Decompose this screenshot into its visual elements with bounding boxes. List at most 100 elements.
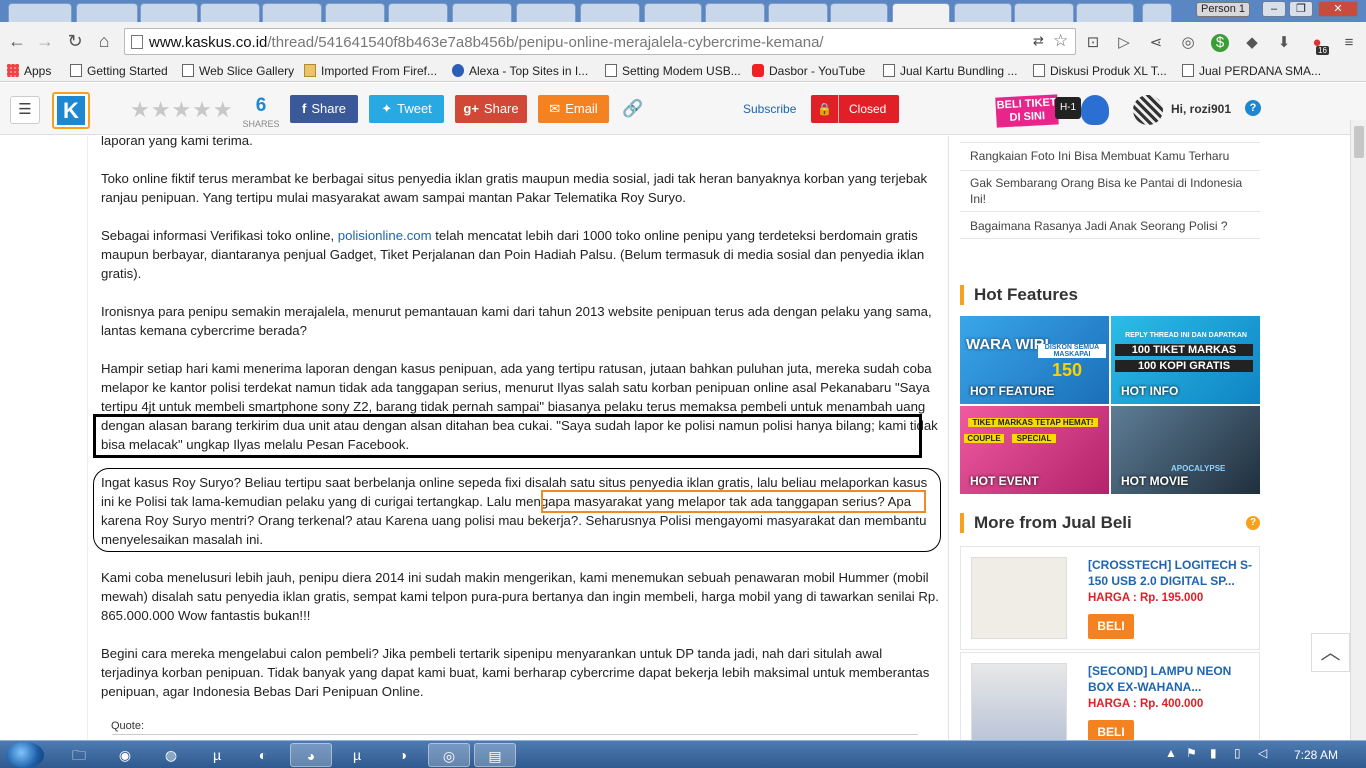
list-item[interactable]: [CROSSTECH] LOGITECH S-150 USB 2.0 DIGIT… [960, 546, 1260, 650]
translate-icon[interactable]: ⇄ [1033, 33, 1044, 49]
download-icon[interactable]: ⊡ [1084, 34, 1102, 52]
new-tab-button[interactable] [1142, 3, 1172, 22]
bookmark-item[interactable]: Jual PERDANA SMA... [1182, 63, 1321, 79]
link-icon[interactable]: 🔗 [622, 99, 643, 119]
list-item[interactable]: [SECOND] LAMPU NEON BOX EX-WAHANA... HAR… [960, 652, 1260, 740]
address-bar[interactable]: www.kaskus.co.id/thread/541641540f8b463e… [124, 28, 1076, 55]
closed-button[interactable]: 🔒 Closed [811, 95, 899, 123]
bookmark-item[interactable]: Alexa - Top Sites in I... [452, 63, 588, 79]
battery-icon[interactable]: ▯ [1234, 746, 1241, 760]
menu-icon[interactable]: ≡ [1340, 34, 1358, 52]
browser-tab[interactable] [200, 3, 260, 22]
buy-button[interactable]: BELI [1088, 614, 1134, 639]
bookmark-apps[interactable]: Apps [7, 63, 51, 79]
help-icon[interactable]: ? [1245, 100, 1261, 116]
hot-feature-tile[interactable]: WARA WIRI DISKON SEMUA MASKAPAI 150 HOT … [960, 316, 1109, 404]
polisionline-link[interactable]: polisionline.com [338, 228, 432, 243]
tile-art-text: COUPLE [964, 434, 1004, 443]
explorer-icon[interactable]: 🗀 [58, 743, 100, 767]
close-window-button[interactable]: ✕ [1318, 1, 1358, 17]
forward-icon[interactable]: → [34, 30, 56, 52]
clock[interactable]: 7:28 AM [1294, 748, 1338, 762]
tray-arrow-icon[interactable]: ▲ [1165, 746, 1177, 760]
browser-tab[interactable] [76, 3, 138, 22]
bookmark-item[interactable]: Getting Started [70, 63, 168, 79]
browser-tab[interactable] [580, 3, 640, 22]
product-title[interactable]: [SECOND] LAMPU NEON BOX EX-WAHANA... [1088, 663, 1258, 695]
back-icon[interactable]: ← [6, 30, 28, 52]
minimize-button[interactable]: – [1262, 1, 1286, 17]
play-icon[interactable]: ▷ [1115, 34, 1133, 52]
start-button[interactable] [6, 742, 44, 768]
sidebar-link[interactable]: Gak Sembarang Orang Bisa ke Pantai di In… [970, 175, 1250, 207]
share-icon[interactable]: ⋖ [1147, 34, 1165, 52]
scrollbar-thumb[interactable] [1354, 126, 1364, 158]
bookmark-item[interactable]: Setting Modem USB... [605, 63, 741, 79]
buy-button[interactable]: BELI [1088, 720, 1134, 740]
utorrent-icon[interactable]: µ [196, 743, 238, 767]
twitter-share-button[interactable]: ✦ Tweet [369, 95, 444, 123]
media-icon[interactable]: ◑ [382, 743, 424, 767]
avatar[interactable] [1133, 95, 1163, 125]
arrow-down-ext-icon[interactable]: ⬇ [1275, 34, 1293, 52]
user-greeting[interactable]: Hi, rozi901 [1171, 102, 1231, 116]
reload-icon[interactable]: ↻ [64, 30, 86, 52]
google-plus-share-button[interactable]: g+ Share [455, 95, 527, 123]
browser-tab[interactable] [140, 3, 198, 22]
browser-tab[interactable] [388, 3, 448, 22]
product-title[interactable]: [CROSSTECH] LOGITECH S-150 USB 2.0 DIGIT… [1088, 557, 1258, 589]
active-browser-tab[interactable] [892, 3, 950, 22]
bookmark-item[interactable]: Dasbor - YouTube [752, 63, 865, 79]
ticket-banner[interactable]: BELI TIKET DI SINI H-1 [993, 93, 1115, 129]
browser-tab[interactable] [644, 3, 702, 22]
browser-tab[interactable] [325, 3, 385, 22]
browser-tab[interactable] [830, 3, 888, 22]
firefox-icon[interactable]: ◍ [150, 743, 192, 767]
utorrent-green-icon[interactable]: µ [336, 743, 378, 767]
back-to-top-button[interactable]: ︿ [1311, 633, 1350, 672]
volume-icon[interactable]: ◁ [1258, 746, 1267, 760]
browser-tab[interactable] [705, 3, 765, 22]
home-icon[interactable]: ⌂ [93, 30, 115, 52]
browser-tab[interactable] [1076, 3, 1134, 22]
active-app-icon[interactable]: ◕ [290, 743, 332, 767]
browser-window-icon[interactable]: ◎ [428, 743, 470, 767]
tile-art-text: 100 TIKET MARKAS [1115, 344, 1253, 356]
hot-movie-tile[interactable]: APOCALYPSE HOT MOVIE [1111, 406, 1260, 494]
hot-event-tile[interactable]: TIKET MARKAS TETAP HEMAT! COUPLE SPECIAL… [960, 406, 1109, 494]
chrome-icon[interactable]: ◉ [104, 743, 146, 767]
help-icon[interactable]: ? [1246, 516, 1260, 530]
browser-tab[interactable] [1014, 3, 1074, 22]
hot-info-tile[interactable]: REPLY THREAD INI DAN DAPATKAN 100 TIKET … [1111, 316, 1260, 404]
browser-tab[interactable] [452, 3, 512, 22]
network-icon[interactable]: ▮ [1210, 746, 1217, 760]
bookmark-item[interactable]: Web Slice Gallery [182, 63, 294, 79]
subscribe-link[interactable]: Subscribe [743, 102, 796, 116]
maximize-button[interactable]: ❐ [1289, 1, 1313, 17]
hamburger-menu-button[interactable]: ☰ [10, 96, 40, 124]
circle-ext-icon[interactable]: ◎ [1179, 34, 1197, 52]
browser-tab[interactable] [954, 3, 1012, 22]
bookmark-item[interactable]: Diskusi Produk XL T... [1033, 63, 1167, 79]
rating-stars[interactable]: ★★★★★ [130, 97, 234, 123]
browser-tab[interactable] [8, 3, 72, 22]
browser-tab[interactable] [516, 3, 576, 22]
sidebar-link[interactable]: Rangkaian Foto Ini Bisa Membuat Kamu Ter… [970, 148, 1250, 164]
browser-tab[interactable] [262, 3, 322, 22]
app-icon[interactable]: ◐ [242, 743, 284, 767]
bookmark-star-icon[interactable]: ☆ [1053, 31, 1068, 51]
browser-tab[interactable] [768, 3, 828, 22]
email-share-button[interactable]: ✉ Email [538, 95, 609, 123]
quote-divider [112, 734, 918, 735]
sidebar-link[interactable]: Bagaimana Rasanya Jadi Anak Seorang Poli… [970, 218, 1250, 234]
bookmark-item[interactable]: Jual Kartu Bundling ... [883, 63, 1017, 79]
dollar-ext-icon[interactable]: $ [1211, 34, 1229, 52]
facebook-share-button[interactable]: f Share [290, 95, 358, 123]
scrollbar[interactable] [1350, 120, 1366, 740]
notepad-icon[interactable]: ▤ [474, 743, 516, 767]
shield-ext-icon[interactable]: ◆ [1243, 34, 1261, 52]
kaskus-logo[interactable]: K [52, 92, 90, 129]
flag-icon[interactable]: ⚑ [1186, 746, 1197, 760]
person-button[interactable]: Person 1 [1196, 2, 1250, 17]
bookmark-folder[interactable]: Imported From Firef... [304, 63, 437, 79]
